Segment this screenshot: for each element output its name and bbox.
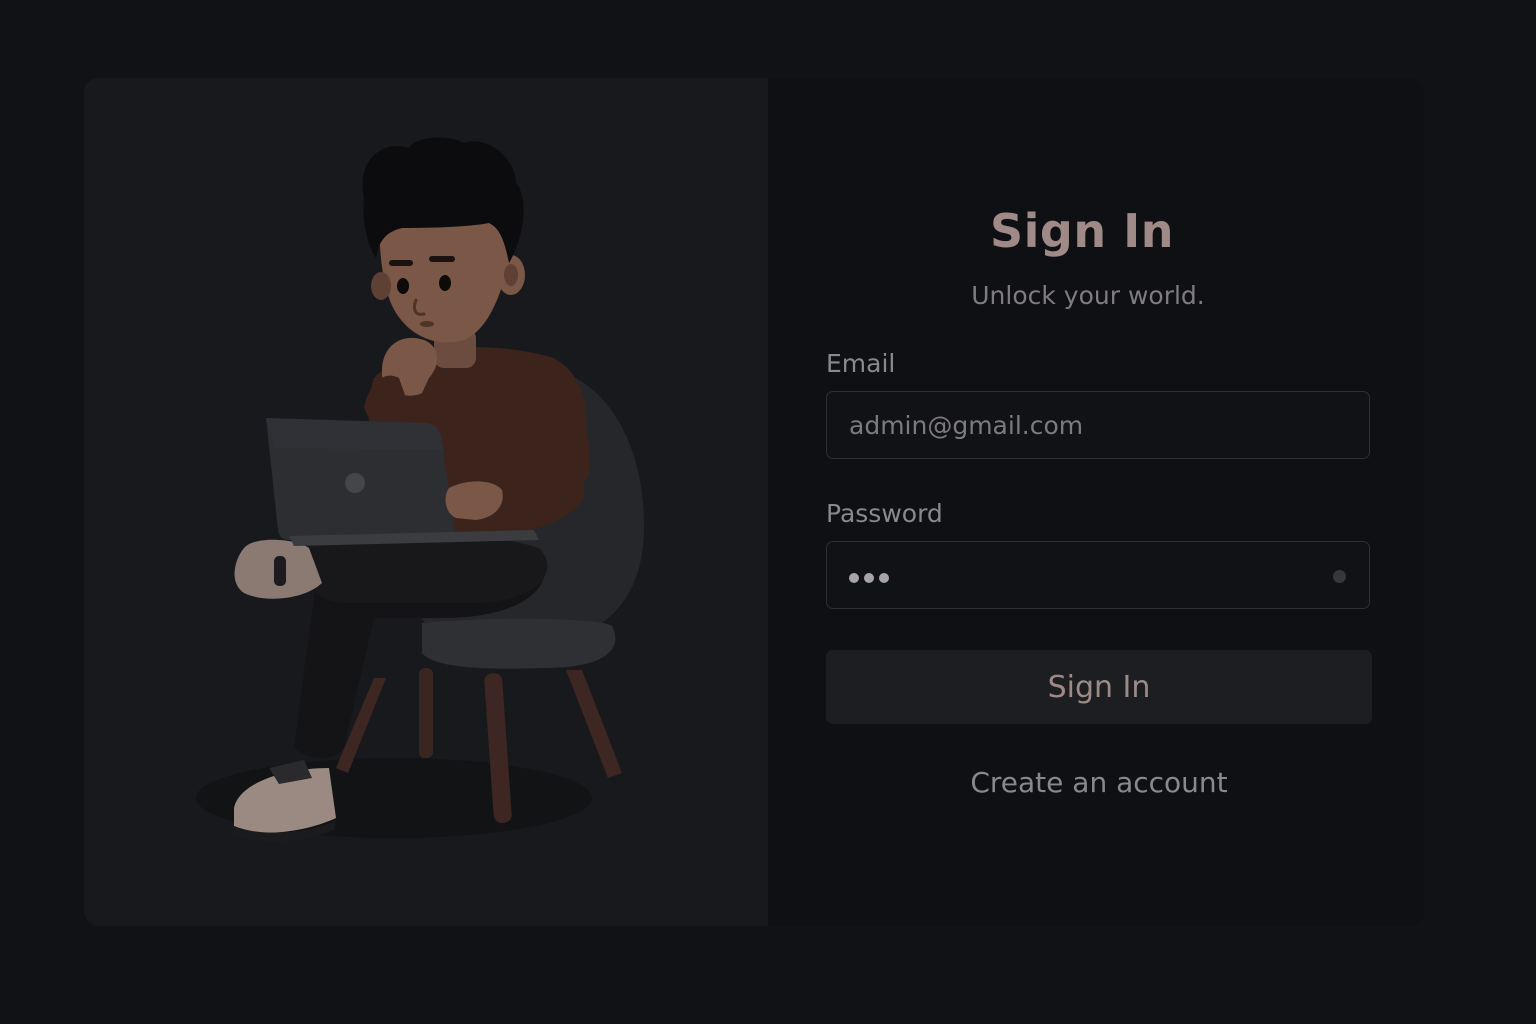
password-dot-icon	[849, 573, 859, 583]
page-subtitle: Unlock your world.	[971, 281, 1205, 310]
password-label: Password	[826, 499, 943, 528]
reveal-password-icon[interactable]	[1333, 570, 1346, 583]
email-label: Email	[826, 349, 896, 378]
create-account-link[interactable]: Create an account	[826, 766, 1372, 799]
sign-in-form-panel: Sign In Unlock your world. Email Passwor…	[768, 78, 1424, 926]
illustration-panel	[84, 78, 768, 926]
person-with-laptop-illustration	[196, 137, 644, 842]
password-dot-icon	[879, 573, 889, 583]
password-field[interactable]	[826, 541, 1370, 609]
email-input[interactable]	[827, 392, 1369, 458]
page-title: Sign In	[990, 204, 1174, 258]
sign-in-card: Sign In Unlock your world. Email Passwor…	[84, 78, 1424, 926]
sign-in-button[interactable]: Sign In	[826, 650, 1372, 724]
password-dot-icon	[864, 573, 874, 583]
email-field[interactable]	[826, 391, 1370, 459]
password-masked-value	[849, 573, 889, 583]
